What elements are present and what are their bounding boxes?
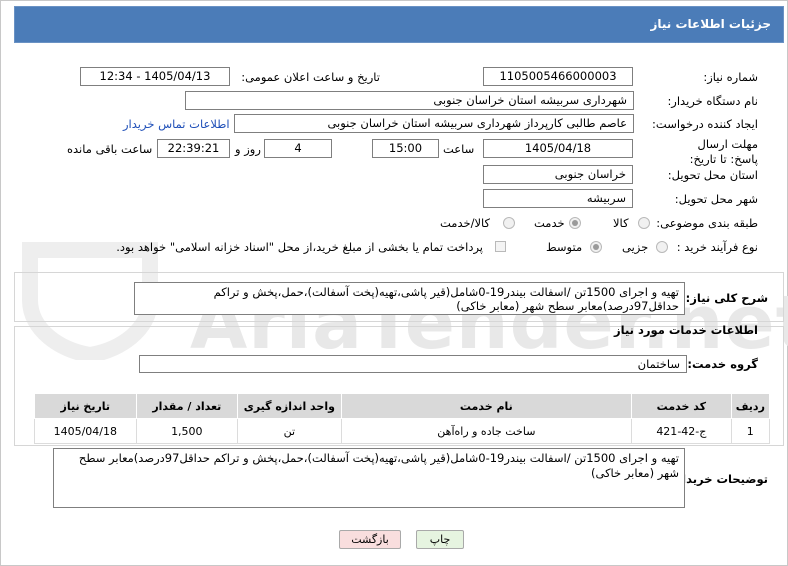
services-table: ردیف کد خدمت نام خدمت واحد اندازه گیری ت… bbox=[34, 393, 771, 444]
table-row: 1 ج-42-421 ساخت جاده و راه‌آهن تن 1,500 … bbox=[34, 418, 771, 444]
col-service-code: کد خدمت bbox=[631, 393, 732, 419]
service-group-field: ساختمان bbox=[139, 355, 687, 373]
category-both-radio[interactable] bbox=[503, 217, 515, 229]
col-unit: واحد اندازه گیری bbox=[237, 393, 342, 419]
category-option-both-label: کالا/خدمت bbox=[440, 216, 491, 230]
deadline-date-field: 1405/04/18 bbox=[483, 139, 633, 158]
deadline-time-field: 15:00 bbox=[372, 139, 439, 158]
buyer-contact-link[interactable]: اطلاعات تماس خریدار bbox=[123, 117, 230, 131]
need-number-field: 1105005466000003 bbox=[483, 67, 633, 86]
category-goods-radio[interactable] bbox=[638, 217, 650, 229]
page-header: جزئیات اطلاعات نیاز bbox=[14, 6, 784, 43]
summary-text: تهیه و اجرای 1500تن /اسفالت بیندر19-0شام… bbox=[134, 282, 685, 315]
print-button[interactable]: چاپ bbox=[416, 530, 464, 549]
services-section-title: اطلاعات خدمات مورد نیاز bbox=[614, 323, 758, 337]
category-label: طبقه بندی موضوعی: bbox=[656, 216, 758, 230]
category-option-service-label: خدمت bbox=[534, 216, 565, 230]
services-table-header: ردیف کد خدمت نام خدمت واحد اندازه گیری ت… bbox=[34, 393, 771, 419]
process-medium-radio[interactable] bbox=[590, 241, 602, 253]
city-field: سربیشه bbox=[483, 189, 633, 208]
city-label: شهر محل تحویل: bbox=[674, 192, 758, 206]
process-type-label: نوع فرآیند خرید : bbox=[676, 240, 758, 254]
cell-need-date: 1405/04/18 bbox=[34, 418, 137, 444]
deadline-time-label: ساعت bbox=[443, 142, 475, 156]
col-row-number: ردیف bbox=[730, 393, 771, 419]
page-title: جزئیات اطلاعات نیاز bbox=[650, 17, 771, 31]
need-number-label: شماره نیاز: bbox=[703, 70, 758, 84]
process-option-medium-label: متوسط bbox=[546, 240, 583, 254]
category-option-goods-label: کالا bbox=[613, 216, 629, 230]
days-remaining-field: 4 bbox=[264, 139, 332, 158]
remaining-time-label: ساعت باقی مانده bbox=[67, 142, 153, 156]
buyer-notes-text: تهیه و اجرای 1500تن /اسفالت بیندر19-0شام… bbox=[53, 448, 685, 508]
process-option-minor-label: جزیی bbox=[622, 240, 649, 254]
remaining-time-field: 22:39:21 bbox=[157, 139, 230, 158]
col-service-name: نام خدمت bbox=[340, 393, 633, 419]
cell-service-name: ساخت جاده و راه‌آهن bbox=[340, 418, 633, 444]
province-label: استان محل تحویل: bbox=[667, 168, 758, 182]
category-service-radio[interactable] bbox=[569, 217, 581, 229]
creator-label: ایجاد کننده درخواست: bbox=[652, 117, 758, 131]
service-group-label: گروه خدمت: bbox=[687, 357, 758, 371]
cell-unit: تن bbox=[237, 418, 342, 444]
back-button[interactable]: بازگشت bbox=[339, 530, 401, 549]
announce-datetime-field: 1405/04/13 - 12:34 bbox=[80, 67, 230, 86]
province-field: خراسان جنوبی bbox=[483, 165, 633, 184]
buyer-notes-label: توضیحات خریدار: bbox=[670, 472, 768, 486]
cell-service-code: ج-42-421 bbox=[631, 418, 732, 444]
summary-label: شرح کلی نیاز: bbox=[685, 291, 768, 305]
treasury-note: پرداخت تمام یا بخشی از مبلغ خرید،از محل … bbox=[116, 240, 483, 254]
treasury-checkbox[interactable] bbox=[495, 241, 506, 252]
col-quantity: تعداد / مقدار bbox=[135, 393, 239, 419]
creator-field: عاصم طالبی کارپرداز شهرداری سربیشه استان… bbox=[234, 114, 634, 133]
process-minor-radio[interactable] bbox=[656, 241, 668, 253]
cell-quantity: 1,500 bbox=[135, 418, 239, 444]
announce-label: تاریخ و ساعت اعلان عمومی: bbox=[241, 70, 380, 84]
buyer-org-label: نام دستگاه خریدار: bbox=[667, 94, 758, 108]
buyer-org-field: شهرداری سربیشه استان خراسان جنوبی bbox=[185, 91, 634, 110]
cell-row-number: 1 bbox=[730, 418, 771, 444]
col-need-date: تاریخ نیاز bbox=[34, 393, 137, 419]
deadline-label: مهلت ارسال پاسخ: تا تاریخ: bbox=[689, 137, 758, 166]
days-label: روز و bbox=[235, 142, 261, 156]
